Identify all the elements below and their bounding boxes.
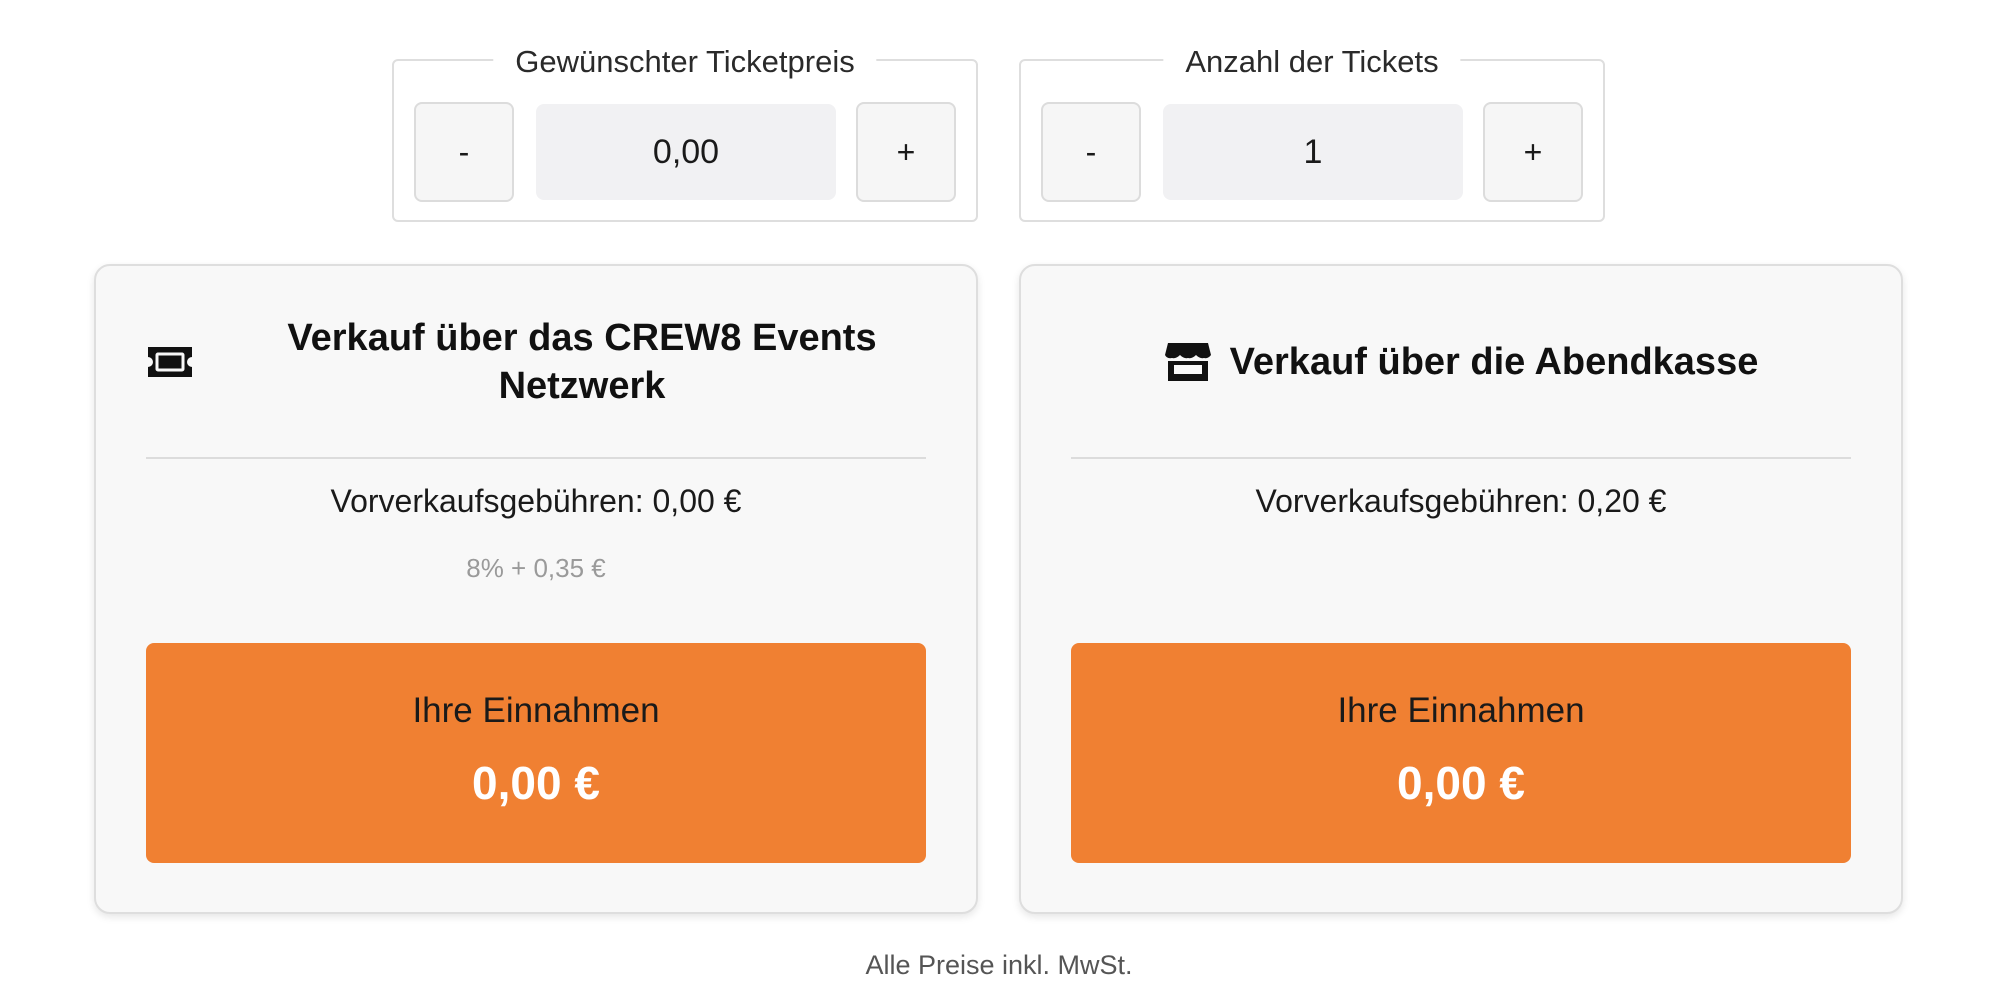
count-increment-button[interactable]: + — [1483, 102, 1583, 202]
network-fee-text: Vorverkaufsgebühren: 0,00 € — [330, 483, 742, 519]
network-income-amount: 0,00 € — [472, 757, 600, 809]
ticket-count-legend: Anzahl der Tickets — [1163, 46, 1461, 77]
price-increment-button[interactable]: + — [856, 102, 956, 202]
boxoffice-sales-card: Verkauf über die Abendkasse Vorverkaufsg… — [1019, 264, 1903, 914]
ticket-icon — [146, 345, 194, 379]
ticket-price-legend: Gewünschter Ticketpreis — [493, 46, 877, 77]
network-card-header: Verkauf über das CREW8 Events Netzwerk — [146, 266, 926, 458]
boxoffice-income-box: Ihre Einnahmen 0,00 € — [1071, 643, 1851, 863]
network-income-label: Ihre Einnahmen — [412, 691, 660, 730]
boxoffice-card-header: Verkauf über die Abendkasse — [1071, 266, 1851, 458]
fee-calculator: Gewünschter Ticketpreis - 0,00 + Anzahl … — [0, 0, 1998, 1008]
boxoffice-income-label: Ihre Einnahmen — [1337, 691, 1585, 730]
network-income-box: Ihre Einnahmen 0,00 € — [146, 643, 926, 863]
network-fee-formula: 8% + 0,35 € — [466, 553, 606, 583]
boxoffice-card-divider — [1071, 457, 1851, 459]
count-decrement-button[interactable]: - — [1041, 102, 1141, 202]
network-sales-card: Verkauf über das CREW8 Events Netzwerk V… — [94, 264, 978, 914]
network-card-title: Verkauf über das CREW8 Events Netzwerk — [287, 317, 877, 407]
network-card-divider — [146, 457, 926, 459]
boxoffice-fee-text: Vorverkaufsgebühren: 0,20 € — [1255, 483, 1667, 519]
price-decrement-button[interactable]: - — [414, 102, 514, 202]
ticket-count-input[interactable]: 1 — [1163, 104, 1463, 200]
boxoffice-income-amount: 0,00 € — [1397, 757, 1525, 809]
ticket-price-input[interactable]: 0,00 — [536, 104, 836, 200]
ticket-price-stepper: Gewünschter Ticketpreis - 0,00 + — [392, 46, 978, 222]
store-icon — [1164, 341, 1212, 383]
ticket-count-stepper: Anzahl der Tickets - 1 + — [1019, 46, 1605, 222]
boxoffice-card-title: Verkauf über die Abendkasse — [1229, 341, 1759, 383]
vat-footnote: Alle Preise inkl. MwSt. — [865, 950, 1133, 980]
